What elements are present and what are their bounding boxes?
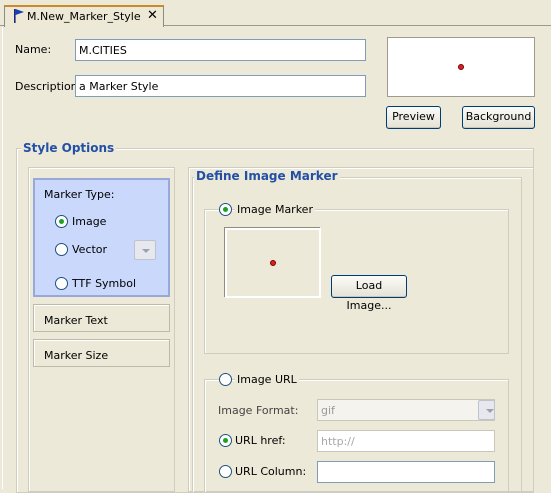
url-href-label: URL href: [235,434,286,447]
background-button[interactable]: Background [462,106,535,129]
marker-text-item[interactable]: Marker Text [33,304,170,332]
description-label: Description: [15,80,82,93]
image-url-radio[interactable] [219,373,232,386]
preview-button[interactable]: Preview [386,106,441,129]
name-label: Name: [15,43,52,56]
marker-dot [458,64,464,70]
name-input[interactable] [75,39,366,61]
image-format-dropdown-arrow[interactable] [478,400,495,420]
url-href-input[interactable] [317,430,495,452]
marker-preview [387,37,535,97]
vector-radio-label: Vector [72,243,108,256]
url-column-label: URL Column: [235,465,307,478]
description-input[interactable] [75,75,366,97]
marker-size-item[interactable]: Marker Size [33,339,170,367]
image-format-select[interactable] [317,399,495,421]
vector-dropdown[interactable] [134,240,156,260]
ttf-symbol-radio[interactable] [55,277,68,290]
vector-radio[interactable] [55,243,68,256]
marker-type-label: Marker Type: [44,188,115,201]
marker-text-label: Marker Text [44,314,108,327]
image-format-label: Image Format: [218,404,299,417]
close-icon[interactable]: ✕ [147,8,158,23]
marker-type-panel[interactable]: Marker Type: Image Vector TTF Symbol [33,178,170,297]
image-marker-label: Image Marker [235,203,315,216]
tab-title: M.New_Marker_Style [27,10,141,23]
flag-icon [14,9,24,23]
url-href-radio[interactable] [219,434,232,447]
url-column-input[interactable] [317,461,495,483]
load-image-button[interactable]: Load Image... [331,275,407,312]
tab-marker-style[interactable]: M.New_Marker_Style ✕ [4,5,164,27]
style-options-title: Style Options [21,141,117,155]
define-image-marker-title: Define Image Marker [194,169,340,183]
image-radio-label: Image [72,215,107,228]
image-marker-dot [270,260,276,266]
marker-size-label: Marker Size [44,349,109,362]
ttf-symbol-radio-label: TTF Symbol [72,277,137,290]
url-column-radio[interactable] [219,465,232,478]
image-marker-radio[interactable] [219,203,232,216]
image-radio[interactable] [55,215,68,228]
image-marker-preview [225,228,321,298]
editor-tab-strip: M.New_Marker_Style ✕ [0,0,551,27]
image-url-label: Image URL [235,373,299,386]
